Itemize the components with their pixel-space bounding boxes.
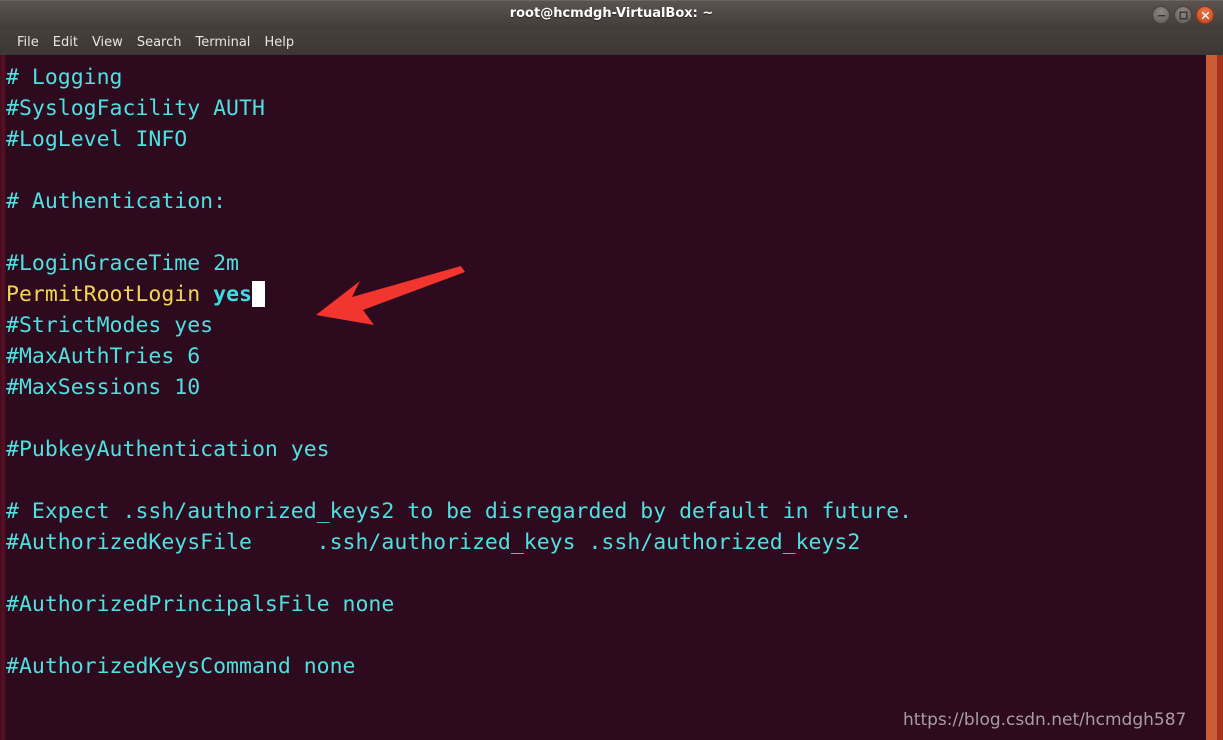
editor-line: # Expect .ssh/authorized_keys2 to be dis… <box>6 499 913 524</box>
editor-line: #MaxAuthTries 6 <box>6 344 201 369</box>
text-cursor <box>251 281 265 307</box>
editor-line: #AuthorizedPrincipalsFile none <box>6 592 395 617</box>
vim-editor-buffer[interactable]: # Logging #SyslogFacility AUTH #LogLevel… <box>6 55 1194 710</box>
editor-line: #AuthorizedKeysFile .ssh/authorized_keys… <box>6 530 861 555</box>
menubar: File Edit View Search Terminal Help <box>0 29 1223 55</box>
window-titlebar[interactable]: root@hcmdgh-VirtualBox: ~ <box>0 0 1223 29</box>
config-directive-key: PermitRootLogin <box>6 282 201 307</box>
editor-line-blank <box>6 155 1194 186</box>
editor-line-blank <box>6 620 1194 651</box>
menu-item-search[interactable]: Search <box>130 33 189 52</box>
editor-line: #LoginGraceTime 2m <box>6 251 239 276</box>
terminal-window: root@hcmdgh-VirtualBox: ~ File Edit View… <box>0 0 1223 740</box>
minimize-icon[interactable] <box>1152 6 1170 24</box>
close-icon[interactable] <box>1196 6 1214 24</box>
config-directive-value: yes <box>213 282 252 307</box>
window-controls <box>1152 6 1214 24</box>
editor-line: #AuthorizedKeysCommand none <box>6 654 356 679</box>
editor-line: #PubkeyAuthentication yes <box>6 437 330 462</box>
editor-line: #LogLevel INFO <box>6 127 188 152</box>
scrollbar-thumb[interactable] <box>1206 55 1217 740</box>
editor-line: # Logging <box>6 65 123 90</box>
editor-line: #SyslogFacility AUTH <box>6 96 265 121</box>
editor-line-blank <box>6 217 1194 248</box>
window-title: root@hcmdgh-VirtualBox: ~ <box>509 6 714 21</box>
editor-line-blank <box>6 558 1194 589</box>
editor-line: # Authentication: <box>6 189 227 214</box>
editor-line: #StrictModes yes <box>6 313 214 338</box>
watermark-text: https://blog.csdn.net/hcmdgh587 <box>903 710 1187 730</box>
editor-line-blank <box>6 465 1194 496</box>
menu-item-terminal[interactable]: Terminal <box>188 33 257 52</box>
editor-line-permitrootlogin: PermitRootLogin yes <box>6 279 1194 310</box>
maximize-icon[interactable] <box>1174 6 1192 24</box>
menu-item-edit[interactable]: Edit <box>46 33 85 52</box>
terminal-screen[interactable]: # Logging #SyslogFacility AUTH #LogLevel… <box>0 55 1223 740</box>
menu-item-file[interactable]: File <box>10 33 46 52</box>
menu-item-view[interactable]: View <box>85 33 130 52</box>
menu-item-help[interactable]: Help <box>257 33 301 52</box>
terminal-scrollbar[interactable] <box>1200 55 1223 740</box>
editor-line-blank <box>6 403 1194 434</box>
editor-line: #MaxSessions 10 <box>6 375 201 400</box>
